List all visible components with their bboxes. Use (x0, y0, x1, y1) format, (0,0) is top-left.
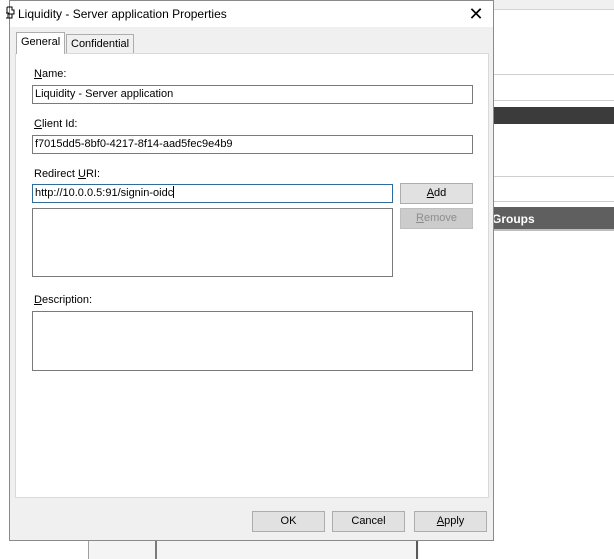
tab-confidential[interactable]: Confidential (66, 34, 135, 54)
redirect-uri-list[interactable] (32, 208, 393, 277)
title-bar[interactable]: Liquidity - Server application Propertie… (6, 1, 493, 27)
background-column-divider (416, 540, 418, 559)
background-divider (494, 74, 614, 75)
background-divider (494, 100, 614, 101)
tab-label: Confidential (71, 38, 130, 50)
name-value: Liquidity - Server application (35, 88, 174, 100)
general-tab-panel: Name: Liquidity - Server application Cli… (15, 53, 489, 498)
text-caret (173, 186, 175, 198)
properties-dialog: Liquidity - Server application Propertie… (6, 0, 494, 541)
description-field[interactable] (32, 311, 473, 371)
cancel-button[interactable]: Cancel (332, 511, 405, 532)
groups-header-label: Groups (492, 212, 535, 226)
background-bottom-pane (88, 540, 419, 559)
background-dark-bar (494, 107, 614, 124)
name-label: Name: (34, 68, 67, 80)
redirect-uri-value: http://10.0.0.5:91/signin-oidc (35, 187, 174, 199)
close-icon[interactable]: ✕ (463, 3, 489, 25)
remove-button[interactable]: Remove (400, 208, 473, 229)
description-label: Description: (34, 294, 93, 306)
tab-label: General (21, 36, 61, 48)
client-id-field[interactable]: f7015dd5-8bf0-4217-8f14-aad5fec9e4b9 (32, 135, 473, 154)
ok-button[interactable]: OK (252, 511, 325, 532)
add-button[interactable]: Add (400, 183, 473, 204)
background-window-strip (494, 0, 614, 10)
dialog-title: Liquidity - Server application Propertie… (18, 7, 227, 21)
name-field[interactable]: Liquidity - Server application (32, 85, 473, 104)
background-divider (494, 201, 614, 202)
background-column-divider (155, 540, 157, 559)
apply-button[interactable]: Apply (414, 511, 487, 532)
client-id-value: f7015dd5-8bf0-4217-8f14-aad5fec9e4b9 (35, 138, 233, 150)
redirect-uri-input[interactable]: http://10.0.0.5:91/signin-oidc (32, 184, 393, 203)
background-divider (494, 176, 614, 177)
tab-general[interactable]: General (16, 32, 66, 54)
background-groups-header: Groups (488, 207, 614, 231)
client-id-label: Client Id: (34, 118, 78, 130)
redirect-uri-label: Redirect URI: (34, 168, 101, 180)
